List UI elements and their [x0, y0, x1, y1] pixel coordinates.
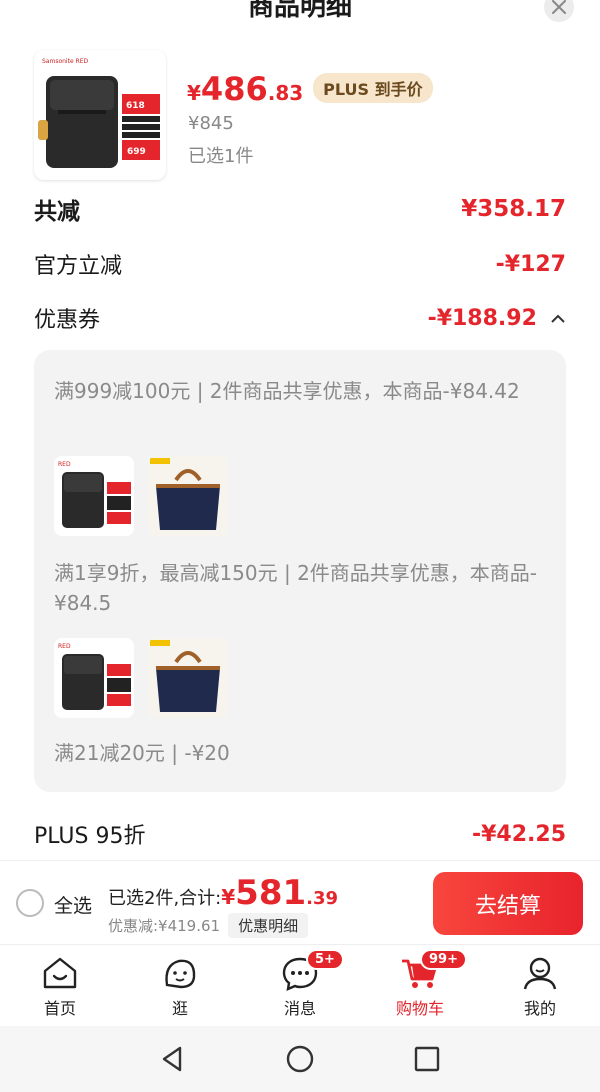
coupon-item-text: 满999减100元 | 2件商品共享优惠，本商品-¥84.42	[54, 379, 520, 403]
total-discount-row: 共减 ¥358.17	[34, 192, 566, 226]
coupon-item-products: RED	[54, 638, 228, 718]
home-icon	[43, 957, 77, 989]
back-triangle-icon[interactable]	[158, 1044, 188, 1074]
chevron-up-icon[interactable]	[550, 313, 566, 325]
tab-home-label: 首页	[43, 999, 76, 1018]
svg-text:RED: RED	[58, 643, 71, 650]
official-discount-value: -¥127	[495, 251, 566, 277]
sheet-header: 商品明细 Samsonite RED 618 699 ¥ 486 .83 PLU…	[0, 0, 600, 192]
cart-total-decimal: .39	[306, 888, 339, 909]
discount-detail-button[interactable]: 优惠明细	[228, 913, 309, 938]
messages-badge: 5+	[306, 949, 344, 970]
cart-discount-text: 优惠减:¥419.61	[108, 917, 221, 935]
sheet-title: 商品明细	[247, 0, 352, 22]
official-discount-label: 官方立减	[34, 254, 123, 279]
svg-text:Samsonite RED: Samsonite RED	[42, 58, 89, 65]
home-circle-icon[interactable]	[285, 1044, 315, 1074]
original-price: ¥845	[188, 113, 234, 134]
tab-home[interactable]: 首页	[0, 945, 120, 1026]
tab-browse[interactable]: 逛	[120, 945, 240, 1026]
select-all-checkbox[interactable]	[16, 889, 44, 917]
svg-text:699: 699	[127, 147, 146, 157]
coupon-list: 满999减100元 | 2件商品共享优惠，本商品-¥84.42 RED 满1享9…	[34, 350, 566, 792]
cart-total: 已选2件,合计: ¥ 581 .39	[108, 873, 338, 913]
checkout-button[interactable]: 去结算	[433, 872, 583, 935]
backpack-image: Samsonite RED 618 699	[38, 56, 162, 170]
plus-discount-value: -¥42.25	[471, 821, 566, 847]
tab-cart[interactable]: 99+ 购物车	[360, 945, 480, 1026]
price-integer: 486	[200, 70, 268, 108]
tab-messages[interactable]: 5+ 消息	[240, 945, 360, 1026]
total-discount-label: 共减	[34, 199, 80, 225]
coupon-label: 优惠券	[34, 308, 101, 333]
price-decimal: .83	[267, 81, 304, 105]
product-thumb-briefcase	[148, 638, 228, 718]
profile-icon	[523, 957, 557, 990]
tab-messages-label: 消息	[283, 999, 316, 1018]
tab-cart-label: 购物车	[395, 999, 444, 1018]
plus-price-badge: PLUS 到手价	[313, 73, 433, 103]
coupon-value: -¥188.92	[427, 305, 537, 331]
selected-count: 已选1件	[188, 146, 254, 167]
cart-badge: 99+	[420, 949, 467, 970]
browse-face-icon	[165, 959, 196, 989]
cart-total-currency: ¥	[221, 885, 236, 909]
bottom-tab-bar: 首页 逛 5+ 消息 99+ 购物车 我的	[0, 944, 600, 1026]
tab-mine-label: 我的	[523, 999, 556, 1018]
price-currency: ¥	[187, 81, 201, 105]
system-nav-bar	[0, 1026, 600, 1092]
coupon-item-text: 满1享9折，最高减150元 | 2件商品共享优惠，本商品-¥84.5	[54, 561, 538, 615]
official-discount-row: 官方立减 -¥127	[34, 248, 566, 280]
tab-browse-label: 逛	[171, 999, 188, 1018]
cart-total-integer: 581	[235, 873, 307, 913]
svg-text:RED: RED	[58, 461, 71, 468]
coupon-item-text: 满21减20元 | -¥20	[54, 741, 230, 765]
discount-detail: 共减 ¥358.17 官方立减 -¥127 优惠券 -¥188.92 满999减…	[14, 192, 586, 860]
plus-discount-row: PLUS 95折 -¥42.25	[34, 818, 566, 850]
close-icon	[552, 0, 566, 14]
recents-square-icon[interactable]	[412, 1044, 442, 1074]
select-all-label[interactable]: 全选	[54, 891, 92, 918]
product-thumb-backpack: RED	[54, 456, 134, 536]
checkout-bar: 全选 已选2件,合计: ¥ 581 .39 优惠减:¥419.61 优惠明细 去…	[0, 860, 600, 944]
tab-mine[interactable]: 我的	[480, 945, 600, 1026]
product-price: ¥ 486 .83 PLUS 到手价	[187, 70, 433, 108]
cart-discount: 优惠减:¥419.61 优惠明细	[108, 913, 309, 938]
svg-text:618: 618	[126, 101, 145, 111]
cart-total-label: 已选2件,合计:	[108, 888, 222, 909]
coupon-item-products: RED	[54, 456, 228, 536]
product-image[interactable]: Samsonite RED 618 699	[34, 50, 166, 180]
coupon-row[interactable]: 优惠券 -¥188.92	[34, 302, 566, 334]
plus-discount-label: PLUS 95折	[34, 824, 146, 849]
product-thumb-backpack: RED	[54, 638, 134, 718]
total-discount-value: ¥358.17	[461, 196, 566, 222]
product-thumb-briefcase	[148, 456, 228, 536]
